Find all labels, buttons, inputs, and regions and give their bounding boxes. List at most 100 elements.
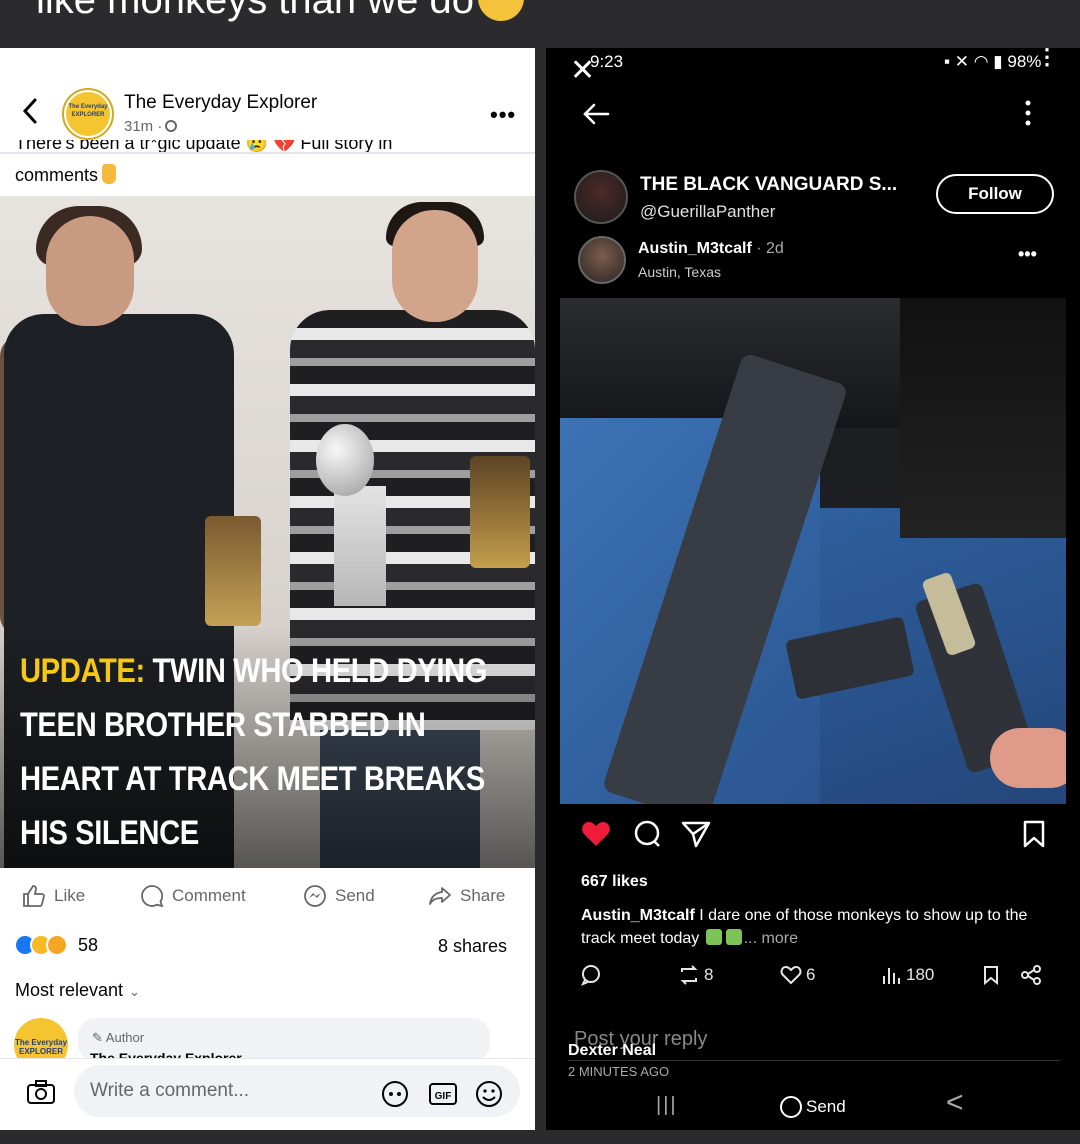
caption-text-value: like monkeys than we do <box>36 0 475 22</box>
reactions-summary[interactable]: 58 <box>14 934 98 956</box>
send-paper-plane-icon[interactable] <box>680 818 712 850</box>
likes-count[interactable]: 667 likes <box>581 873 648 891</box>
caption-more-link[interactable]: ... more <box>744 930 798 947</box>
reply-button[interactable] <box>580 964 602 986</box>
close-icon[interactable]: ✕ <box>570 56 595 86</box>
send-reply-label: Send <box>806 1097 846 1116</box>
photo-headline: UPDATE: TWIN WHO HELD DYING TEEN BROTHER… <box>20 644 527 860</box>
share-arrow-icon <box>429 887 451 905</box>
care-reaction-icon <box>46 934 68 956</box>
avatar-sticker-icon[interactable] <box>380 1079 410 1109</box>
caption-author[interactable]: Austin_M3tcalf <box>581 907 695 924</box>
heart-outline-icon <box>780 965 802 985</box>
photo-trophy-left <box>205 516 261 626</box>
reactions-count: 58 <box>78 934 99 955</box>
chevron-down-icon: ⌄ <box>129 984 140 999</box>
share-stat-button[interactable] <box>1020 964 1042 986</box>
rolling-eyes-emoji-icon <box>478 0 525 22</box>
send-label: Send <box>335 886 375 905</box>
follow-button[interactable]: Follow <box>936 174 1054 214</box>
header-divider <box>0 152 535 154</box>
repost-icon <box>680 965 698 985</box>
like-stat-count: 6 <box>806 965 816 984</box>
repost-button[interactable]: 8 <box>678 964 713 986</box>
account-handle[interactable]: @GuerillaPanther <box>640 202 775 222</box>
like-button[interactable]: Like <box>22 884 85 908</box>
post-action-icons <box>580 818 1050 858</box>
comment-sort-label: Most relevant <box>15 980 124 1000</box>
comment-label: Comment <box>172 886 246 905</box>
photo-trophy-center-base <box>334 486 386 606</box>
facebook-post-panel: The Everyday EXPLORER The Everyday Explo… <box>0 48 535 1130</box>
back-arrow-icon[interactable] <box>582 102 610 126</box>
gun-emoji-icon <box>725 929 742 945</box>
views-button[interactable]: 180 <box>880 964 934 986</box>
send-reply-button[interactable]: Send <box>780 1096 846 1118</box>
commenter-name[interactable]: Dexter Neal <box>568 1042 656 1060</box>
like-label: Like <box>54 886 86 905</box>
bottom-strip <box>0 1130 1080 1144</box>
globe-icon <box>165 120 178 132</box>
post-text-comments-value: comments <box>15 165 99 185</box>
author-badge: ✎ Author <box>92 1030 145 1045</box>
repost-count: 8 <box>704 965 714 984</box>
bookmark-stat-button[interactable] <box>980 964 1002 986</box>
heart-icon[interactable] <box>580 818 612 850</box>
post-time-value: 31m · <box>124 118 163 135</box>
share-button[interactable]: Share <box>428 884 505 908</box>
comment-composer: GIF <box>0 1058 535 1130</box>
photo-trophy-right <box>470 456 530 568</box>
post-author[interactable]: Austin_M3tcalf · 2d <box>638 240 784 258</box>
post-location[interactable]: Austin, Texas <box>638 264 721 280</box>
photo-person-right-head <box>392 210 478 322</box>
page-name[interactable]: The Everyday Explorer <box>124 92 317 114</box>
overlay-menu-icon[interactable]: ⋮ <box>1036 48 1058 68</box>
photo-center-console <box>900 298 1066 538</box>
post-text-comments: comments <box>15 164 117 186</box>
comment-button[interactable]: Comment <box>140 884 246 908</box>
bookmark-icon[interactable] <box>1018 818 1050 850</box>
account-avatar[interactable] <box>574 170 628 224</box>
vertical-dots-menu-icon[interactable] <box>1020 98 1036 128</box>
account-name[interactable]: THE BLACK VANGUARD S... <box>640 174 897 196</box>
photo-trophy-center <box>316 424 374 496</box>
whatsapp-icon <box>780 1096 802 1118</box>
views-count: 180 <box>906 965 935 984</box>
page-avatar[interactable]: The Everyday EXPLORER <box>62 88 114 140</box>
status-indicators: ▪ ✕ ◠ ▮ 98% <box>944 52 1042 71</box>
reply-bubble-icon <box>580 965 600 986</box>
emoji-icon[interactable] <box>474 1079 504 1109</box>
threads-post-panel: 9:23 ✕ ▪ ✕ ◠ ▮ 98% ⋮ THE BLACK VANGUARD … <box>546 48 1080 1130</box>
author-badge-label: Author <box>105 1030 145 1045</box>
caption-strip: like monkeys than we do <box>0 0 1080 48</box>
nav-back-button[interactable]: < <box>946 1086 964 1120</box>
comment-time: 2 MINUTES AGO <box>568 1064 670 1079</box>
bookmark-outline-icon <box>984 966 998 986</box>
nav-recent-apps-button[interactable]: ||| <box>656 1094 678 1117</box>
post-photo[interactable] <box>560 298 1066 804</box>
gif-icon[interactable]: GIF <box>428 1079 458 1109</box>
commenter-avatar-text: The Everyday EXPLORER <box>14 1038 68 1056</box>
post-photo[interactable]: UPDATE: TWIN WHO HELD DYING TEEN BROTHER… <box>0 196 535 868</box>
comment-icon[interactable] <box>632 818 664 850</box>
send-button[interactable]: Send <box>303 884 375 908</box>
like-stat-button[interactable]: 6 <box>780 964 815 986</box>
post-time: 31m · <box>124 118 178 135</box>
page-avatar-text: The Everyday EXPLORER <box>66 92 110 136</box>
post-author-avatar[interactable] <box>578 236 626 284</box>
comment-sort-dropdown[interactable]: Most relevant ⌄ <box>15 980 140 1001</box>
caption-text: like monkeys than we do <box>36 0 525 25</box>
photo-hand <box>990 728 1066 788</box>
camera-icon[interactable] <box>26 1079 56 1105</box>
back-arrow-icon[interactable] <box>18 96 42 126</box>
comment-bubble: ✎ Author The Everyday Explorer <box>78 1018 490 1062</box>
post-more-button[interactable]: ••• <box>1018 244 1037 265</box>
share-nodes-icon <box>1021 965 1041 985</box>
post-more-button[interactable]: ••• <box>490 102 516 128</box>
share-label: Share <box>460 886 506 905</box>
shares-count[interactable]: 8 shares <box>438 936 507 957</box>
photo-person-left-head <box>46 216 134 326</box>
pointing-down-emoji-icon <box>102 164 117 184</box>
post-stats-bar: 8 6 180 <box>580 964 1050 992</box>
screenshot-collage: like monkeys than we do The Everyday EXP… <box>0 0 1080 1144</box>
